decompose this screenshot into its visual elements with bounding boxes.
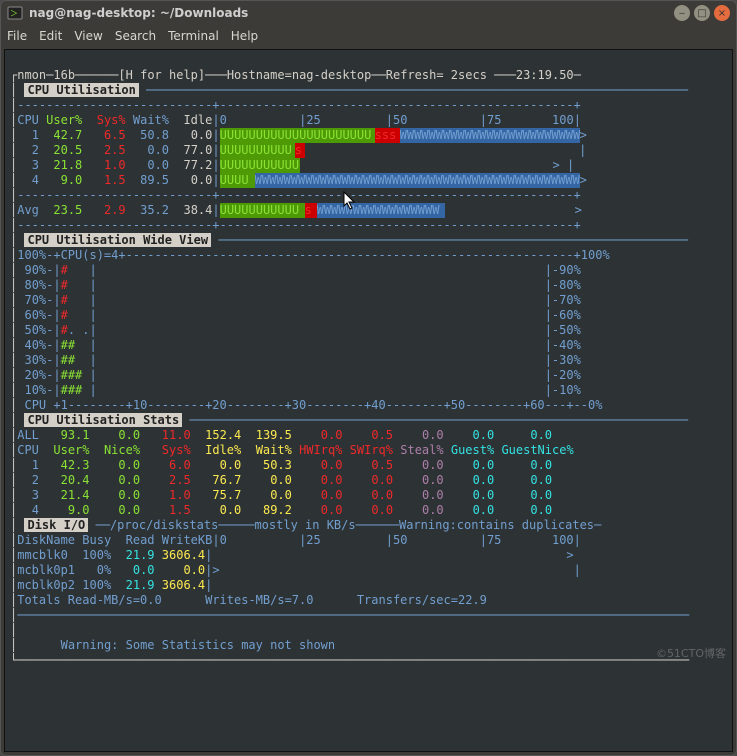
cpu-row-id: 1 bbox=[32, 128, 39, 142]
terminal-content[interactable]: ┌nmon─16b──────[H for help]───Hostname=n… bbox=[4, 49, 733, 752]
col-wait: Wait% bbox=[133, 113, 169, 127]
disk-row-name: mmcblk0 bbox=[17, 548, 68, 562]
scale-75: 75 bbox=[487, 113, 501, 127]
scale-100: 100 bbox=[552, 113, 574, 127]
wide-axis: CPU +1--------+10--------+20--------+30-… bbox=[24, 398, 602, 412]
menu-terminal[interactable]: Terminal bbox=[168, 29, 219, 43]
wide-top-right: +100% bbox=[574, 248, 610, 262]
scale-50: 50 bbox=[393, 113, 407, 127]
svg-text:＞: ＞ bbox=[10, 9, 18, 18]
hostname-value: nag-desktop bbox=[292, 68, 371, 82]
menu-file[interactable]: File bbox=[7, 29, 27, 43]
disk-totals-xfer: Transfers/sec=22.9 bbox=[357, 593, 487, 607]
menu-view[interactable]: View bbox=[74, 29, 102, 43]
cpu-bar-4: UUUUWWWWWWWWWWWWWWWWWWWWWWWWWWWWWWWWWWWW… bbox=[220, 173, 580, 188]
section-cpu-stats: CPU Utilisation Stats bbox=[24, 413, 182, 427]
cpu-bar-avg: UUUUUUUUUUUsWWWWWWWWWWWWWWWWW bbox=[220, 203, 445, 218]
prog-version: 16b bbox=[53, 68, 75, 82]
col-sys: Sys% bbox=[97, 113, 126, 127]
cpu-bar-3: UUUUUUUUUUU bbox=[220, 158, 300, 173]
titlebar[interactable]: ＞ nag@nag-desktop: ~/Downloads ‒ □ × bbox=[1, 1, 736, 25]
scale-0: 0 bbox=[220, 113, 227, 127]
refresh-value: Refresh= 2secs bbox=[386, 68, 487, 82]
wide-top-left: 100%-+CPU(s)=4+ bbox=[17, 248, 125, 262]
terminal-icon: ＞ bbox=[7, 5, 23, 21]
stats-all-label: ALL bbox=[17, 428, 39, 442]
maximize-button[interactable]: □ bbox=[694, 5, 710, 21]
section-disk-io: Disk I/O bbox=[24, 518, 88, 532]
disk-totals-write: Writes-MB/s=7.0 bbox=[205, 593, 313, 607]
disk-note1: mostly in KB/s bbox=[254, 518, 355, 532]
window-title: nag@nag-desktop: ~/Downloads bbox=[29, 6, 670, 20]
menubar: File Edit View Search Terminal Help bbox=[1, 25, 736, 47]
disk-totals-read: Totals Read-MB/s=0.0 bbox=[17, 593, 162, 607]
avg-label: Avg bbox=[17, 203, 39, 217]
scale-25: 25 bbox=[306, 113, 320, 127]
disk-note2: Warning:contains duplicates bbox=[399, 518, 594, 532]
col-cpu: CPU bbox=[17, 113, 39, 127]
time-value: 23:19.50 bbox=[516, 68, 574, 82]
help-hint: [H for help] bbox=[118, 68, 205, 82]
cpu-bar-2: UUUUUUUUUUs bbox=[220, 143, 305, 158]
minimize-button[interactable]: ‒ bbox=[674, 5, 690, 21]
terminal-window: ＞ nag@nag-desktop: ~/Downloads ‒ □ × Fil… bbox=[0, 0, 737, 756]
menu-search[interactable]: Search bbox=[115, 29, 156, 43]
menu-help[interactable]: Help bbox=[231, 29, 258, 43]
close-button[interactable]: × bbox=[714, 5, 730, 21]
col-idle: Idle bbox=[183, 113, 212, 127]
watermark-text: ©51CTO博客 bbox=[656, 646, 726, 661]
prog-name: nmon bbox=[17, 68, 46, 82]
col-user: User% bbox=[46, 113, 82, 127]
section-cpu-wide: CPU Utilisation Wide View bbox=[24, 233, 211, 247]
cpu-bar-1: UUUUUUUUUUUUUUUUUUUUUsssWWWWWWWWWWWWWWWW… bbox=[220, 128, 580, 143]
footer-warning: Warning: Some Statistics may not shown bbox=[61, 638, 336, 652]
hostname-label: Hostname= bbox=[227, 68, 292, 82]
section-cpu-util: CPU Utilisation bbox=[24, 83, 138, 97]
disk-src: /proc/diskstats bbox=[110, 518, 218, 532]
menu-edit[interactable]: Edit bbox=[39, 29, 62, 43]
